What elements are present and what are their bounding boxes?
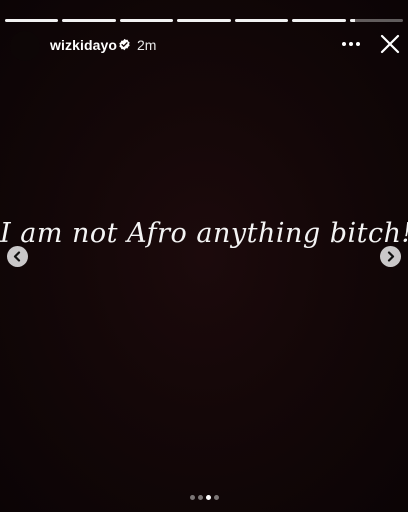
chevron-right-icon — [387, 251, 395, 262]
progress-segment — [119, 19, 174, 22]
carousel-indicator — [0, 495, 408, 500]
progress-fill — [119, 19, 174, 22]
carousel-dot — [189, 495, 195, 500]
progress-segment — [349, 19, 403, 22]
story-progress-bar — [5, 19, 403, 22]
avatar[interactable] — [10, 31, 40, 61]
progress-segment — [5, 19, 59, 22]
progress-fill — [5, 19, 59, 22]
next-story-button[interactable] — [380, 246, 401, 267]
post-timestamp: 2m — [137, 37, 157, 53]
progress-fill — [177, 19, 231, 22]
chevron-left-icon — [13, 251, 21, 262]
close-icon[interactable] — [378, 32, 402, 56]
progress-fill — [292, 19, 346, 22]
progress-fill — [349, 19, 355, 22]
verified-badge-icon — [119, 38, 130, 51]
story-viewer[interactable]: wizkidayo 2m I am not Afro anything bitc… — [0, 0, 408, 512]
story-caption: I am not Afro anything bitch! — [0, 218, 408, 249]
carousel-dot — [213, 495, 219, 500]
progress-fill — [234, 19, 289, 22]
previous-story-button[interactable] — [7, 246, 28, 267]
carousel-dot — [205, 495, 211, 500]
progress-segment — [234, 19, 289, 22]
progress-segment — [177, 19, 231, 22]
more-options-icon[interactable] — [340, 33, 362, 55]
story-header: wizkidayo 2m — [0, 30, 408, 61]
progress-segment — [62, 19, 116, 22]
carousel-dot — [197, 495, 203, 500]
progress-segment — [292, 19, 346, 22]
username[interactable]: wizkidayo — [50, 37, 117, 53]
progress-fill — [62, 19, 116, 22]
